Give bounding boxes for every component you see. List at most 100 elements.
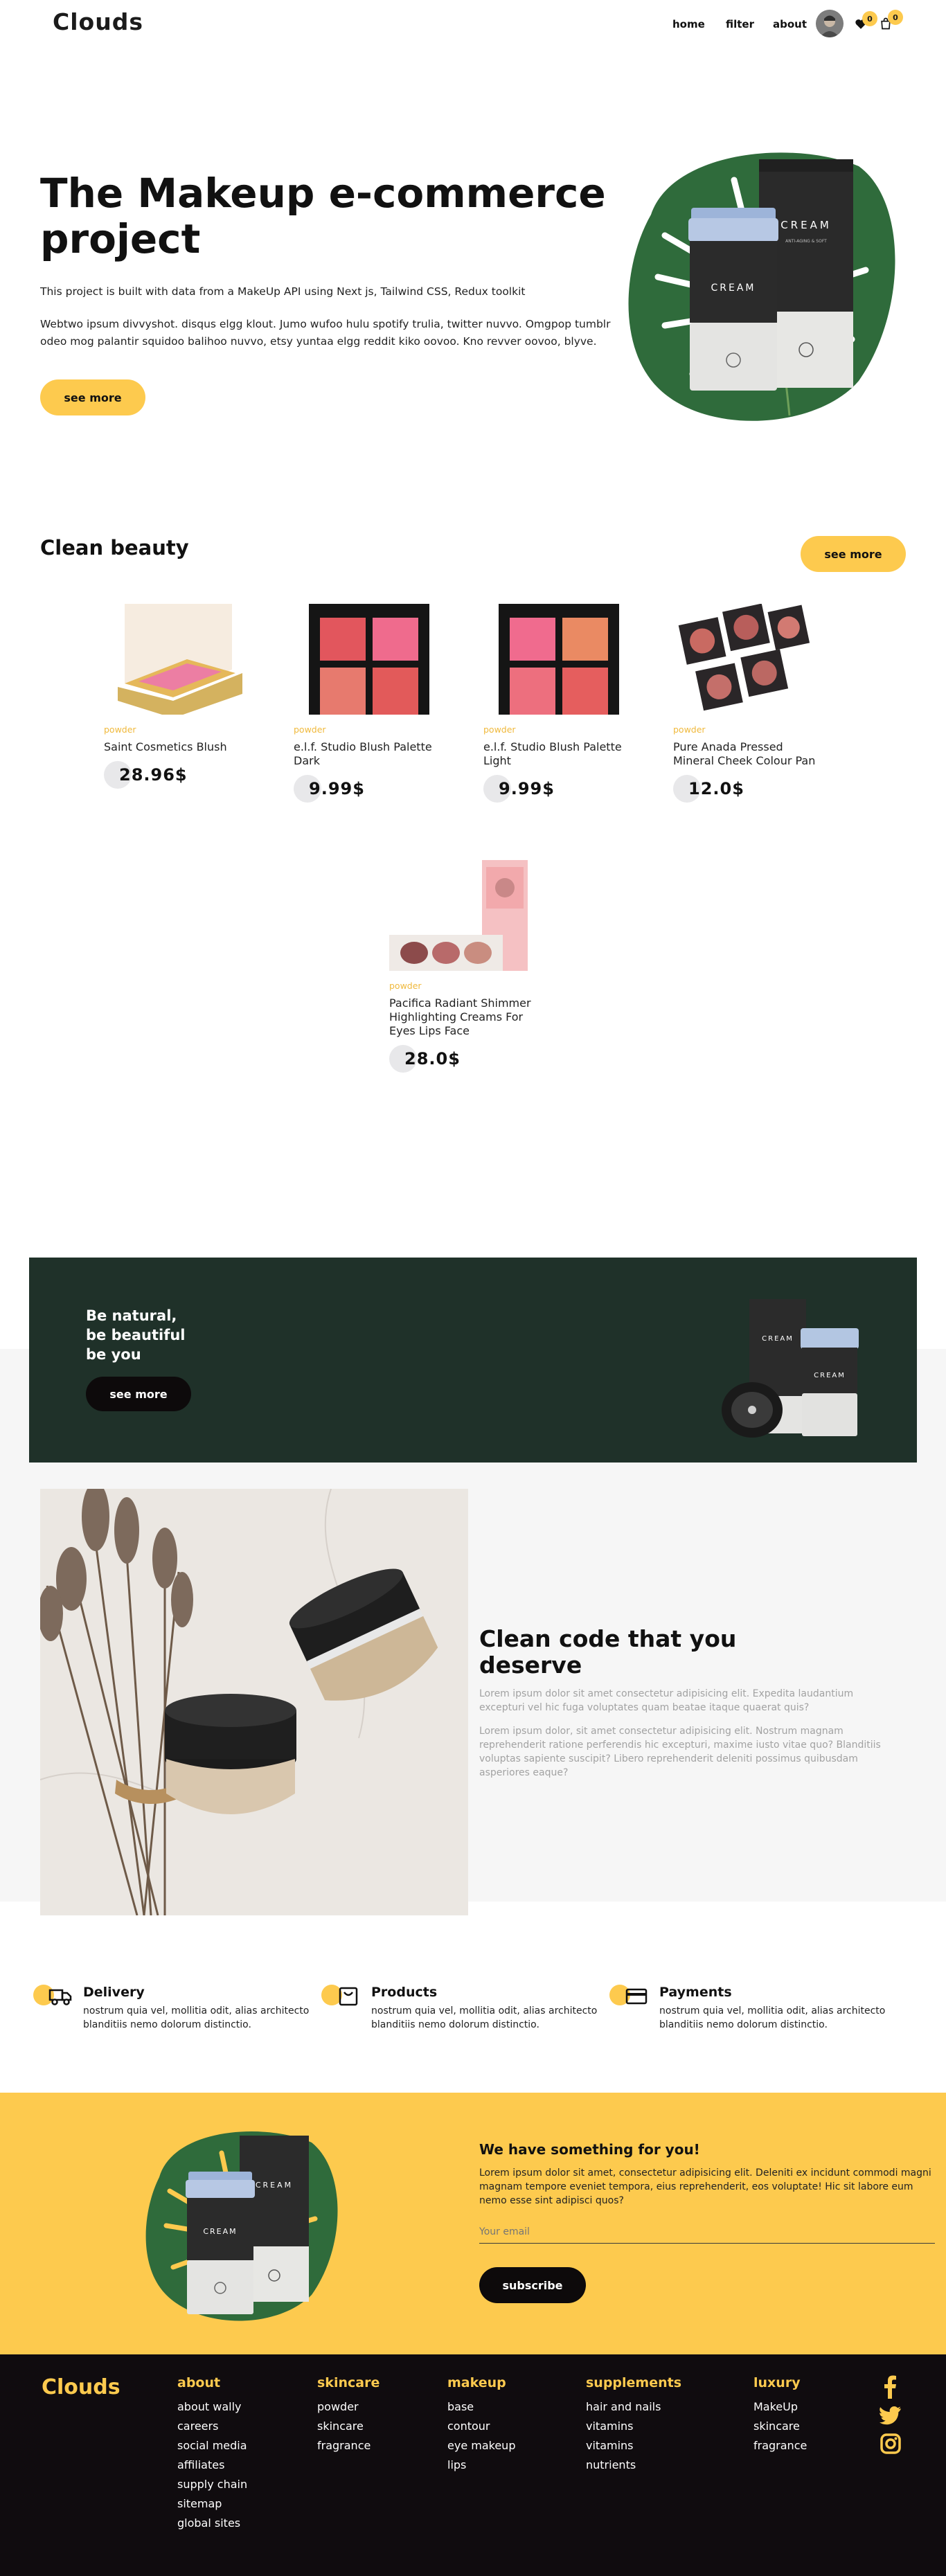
clean-beauty-see-more-button[interactable]: see more — [801, 536, 906, 572]
banner-product-image: CREAM CREAM — [722, 1299, 874, 1444]
price-value: 28.96$ — [119, 765, 188, 785]
product-image[interactable] — [483, 604, 629, 715]
svg-text:ANTI-AGING & SOFT: ANTI-AGING & SOFT — [785, 239, 827, 244]
newsletter-text: Lorem ipsum dolor sit amet, consectetur … — [479, 2167, 931, 2206]
product-name[interactable]: Pacifica Radiant Shimmer Highlighting Cr… — [389, 996, 535, 1038]
product-name[interactable]: Pure Anada Pressed Mineral Cheek Colour … — [673, 740, 819, 768]
feature-text: nostrum quia vel, mollitia odit, alias a… — [83, 2005, 310, 2030]
feature-title: Delivery — [83, 1985, 145, 2000]
bag-icon — [337, 1986, 360, 2007]
site-logo[interactable]: Clouds — [53, 8, 143, 35]
product-category: powder — [483, 724, 516, 735]
price-value: 12.0$ — [688, 779, 744, 798]
hero-description: Webtwo ipsum divvyshot. disqus elgg klou… — [40, 318, 611, 348]
facebook-icon[interactable] — [881, 2375, 900, 2399]
footer-column-skincare: skincare powder skincare fragrance — [317, 2375, 380, 2456]
promo-banner: Be natural, be beautiful be you see more… — [29, 1258, 917, 1463]
jars-lavender-photo — [40, 1489, 468, 1915]
hero-product-image: CREAM ANTI-AGING & SOFT CREAM — [609, 138, 914, 436]
footer-link[interactable]: global sites — [177, 2514, 247, 2533]
newsletter-title: We have something for you! — [479, 2141, 700, 2158]
nav-about[interactable]: about — [773, 18, 807, 30]
feature-text: nostrum quia vel, mollitia odit, alias a… — [371, 2005, 598, 2030]
product-name[interactable]: e.l.f. Studio Blush Palette Dark — [294, 740, 439, 768]
price-value: 28.0$ — [404, 1049, 461, 1068]
product-category: powder — [389, 981, 422, 991]
product-price: 9.99$ — [483, 775, 629, 803]
footer-link[interactable]: hair and nails — [586, 2397, 681, 2417]
product-price: 28.96$ — [104, 761, 249, 789]
footer-link[interactable]: eye makeup — [447, 2436, 515, 2456]
product-image[interactable] — [104, 604, 249, 718]
hero-title: The Makeup e-commerce project — [40, 170, 606, 262]
footer-link[interactable]: sitemap — [177, 2494, 247, 2514]
footer-link[interactable]: careers — [177, 2417, 247, 2436]
product-card[interactable]: powder e.l.f. Studio Blush Palette Light… — [483, 604, 629, 803]
svg-text:CREAM: CREAM — [203, 2227, 237, 2236]
footer-heading: supplements — [586, 2375, 682, 2390]
banner-line-1: Be natural, — [86, 1307, 177, 1324]
product-card[interactable]: powder Pacifica Radiant Shimmer Highligh… — [389, 860, 535, 1073]
footer-link[interactable]: base — [447, 2397, 515, 2417]
footer-link[interactable]: supply chain — [177, 2475, 247, 2494]
footer-link[interactable]: about wally — [177, 2397, 247, 2417]
svg-text:CREAM: CREAM — [762, 1335, 794, 1343]
site-header: Clouds home filter about 0 0 — [0, 0, 946, 48]
footer-link[interactable]: skincare — [753, 2417, 807, 2436]
twitter-icon[interactable] — [880, 2406, 902, 2425]
nav-filter[interactable]: filter — [726, 18, 754, 30]
product-name[interactable]: Saint Cosmetics Blush — [104, 740, 249, 754]
instagram-icon[interactable] — [880, 2433, 901, 2454]
feature-title: Payments — [659, 1985, 732, 2000]
footer-column-about: about about wally careers social media a… — [177, 2375, 247, 2533]
footer-link[interactable]: lips — [447, 2456, 515, 2475]
footer-link[interactable]: affiliates — [177, 2456, 247, 2475]
footer-heading: luxury — [753, 2375, 801, 2390]
footer-logo[interactable]: Clouds — [42, 2375, 121, 2399]
product-card[interactable]: powder Pure Anada Pressed Mineral Cheek … — [673, 603, 819, 803]
product-card[interactable]: powder Saint Cosmetics Blush 28.96$ — [104, 604, 249, 789]
svg-text:CREAM: CREAM — [780, 219, 832, 231]
avatar[interactable] — [816, 10, 844, 37]
newsletter-email-input[interactable] — [479, 2220, 935, 2244]
footer-link[interactable]: social media — [177, 2436, 247, 2456]
clean-beauty-title: Clean beauty — [40, 536, 189, 560]
nav-home[interactable]: home — [672, 18, 705, 30]
truck-icon — [48, 1986, 72, 2007]
svg-text:CREAM: CREAM — [256, 2181, 293, 2190]
footer-link[interactable]: vitamins — [586, 2417, 681, 2436]
price-value: 9.99$ — [499, 779, 555, 798]
product-image[interactable] — [294, 604, 439, 715]
footer-link[interactable]: vitamins — [586, 2436, 681, 2456]
price-value: 9.99$ — [309, 779, 365, 798]
credit-card-icon — [625, 1986, 648, 2007]
product-image[interactable] — [389, 860, 535, 971]
svg-text:CREAM: CREAM — [814, 1372, 846, 1379]
wishlist-count-badge: 0 — [862, 11, 877, 26]
footer-link[interactable]: nutrients — [586, 2456, 681, 2475]
product-category: powder — [294, 724, 326, 735]
clean-code-paragraph-1: Lorem ipsum dolor sit amet consectetur a… — [479, 1688, 854, 1713]
product-price: 28.0$ — [389, 1045, 535, 1073]
footer-heading: about — [177, 2375, 221, 2390]
footer-link[interactable]: skincare — [317, 2417, 380, 2436]
product-card[interactable]: powder e.l.f. Studio Blush Palette Dark … — [294, 604, 439, 803]
footer-column-luxury: luxury MakeUp skincare fragrance — [753, 2375, 807, 2456]
banner-line-3: be you — [86, 1346, 141, 1363]
footer-link[interactable]: fragrance — [753, 2436, 807, 2456]
footer-link[interactable]: fragrance — [317, 2436, 380, 2456]
cart-count-badge: 0 — [888, 10, 903, 25]
footer-column-supplements: supplements hair and nails vitamins vita… — [586, 2375, 681, 2475]
product-price: 9.99$ — [294, 775, 439, 803]
feature-text: nostrum quia vel, mollitia odit, alias a… — [659, 2005, 886, 2030]
footer-link[interactable]: contour — [447, 2417, 515, 2436]
banner-see-more-button[interactable]: see more — [86, 1377, 191, 1411]
footer-link[interactable]: powder — [317, 2397, 380, 2417]
footer-heading: makeup — [447, 2375, 506, 2390]
product-name[interactable]: e.l.f. Studio Blush Palette Light — [483, 740, 629, 768]
subscribe-button[interactable]: subscribe — [479, 2267, 586, 2303]
hero-see-more-button[interactable]: see more — [40, 379, 145, 415]
product-image[interactable] — [673, 603, 819, 715]
product-category: powder — [673, 724, 706, 735]
footer-link[interactable]: MakeUp — [753, 2397, 807, 2417]
